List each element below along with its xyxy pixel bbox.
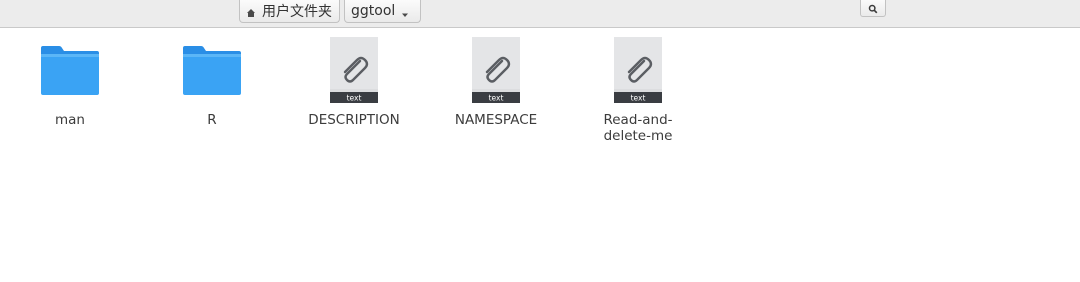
home-icon	[246, 6, 256, 17]
chevron-down-icon	[401, 7, 409, 17]
path-button-current-label: ggtool	[351, 3, 396, 19]
file-label: Read-and-delete-me	[603, 112, 673, 144]
svg-text:text: text	[489, 94, 504, 103]
file-item-description[interactable]: text DESCRIPTION	[296, 36, 412, 128]
file-label: NAMESPACE	[454, 112, 538, 128]
file-item-read-and-delete-me[interactable]: text Read-and-delete-me	[580, 36, 696, 144]
text-file-icon: text	[465, 36, 527, 104]
search-button[interactable]	[860, 0, 886, 17]
text-file-icon: text	[607, 36, 669, 104]
svg-text:text: text	[347, 94, 362, 103]
path-bar: 用户文件夹 ggtool	[239, 0, 421, 23]
file-item-man[interactable]: man	[12, 36, 128, 128]
file-item-namespace[interactable]: text NAMESPACE	[438, 36, 554, 128]
text-file-icon: text	[323, 36, 385, 104]
search-icon	[868, 0, 878, 18]
file-label: R	[207, 112, 217, 128]
file-item-r[interactable]: R	[154, 36, 270, 128]
toolbar: 用户文件夹 ggtool	[0, 0, 1080, 28]
file-label: man	[55, 112, 85, 128]
folder-icon	[181, 36, 243, 104]
svg-text:text: text	[631, 94, 646, 103]
file-grid: man R text DESCRIPTION text NAMESPACE te…	[0, 28, 1080, 282]
folder-icon	[39, 36, 101, 104]
path-button-home-label: 用户文件夹	[262, 4, 332, 20]
path-button-current[interactable]: ggtool	[344, 0, 421, 23]
path-button-home[interactable]: 用户文件夹	[239, 0, 340, 23]
file-label: DESCRIPTION	[308, 112, 400, 128]
